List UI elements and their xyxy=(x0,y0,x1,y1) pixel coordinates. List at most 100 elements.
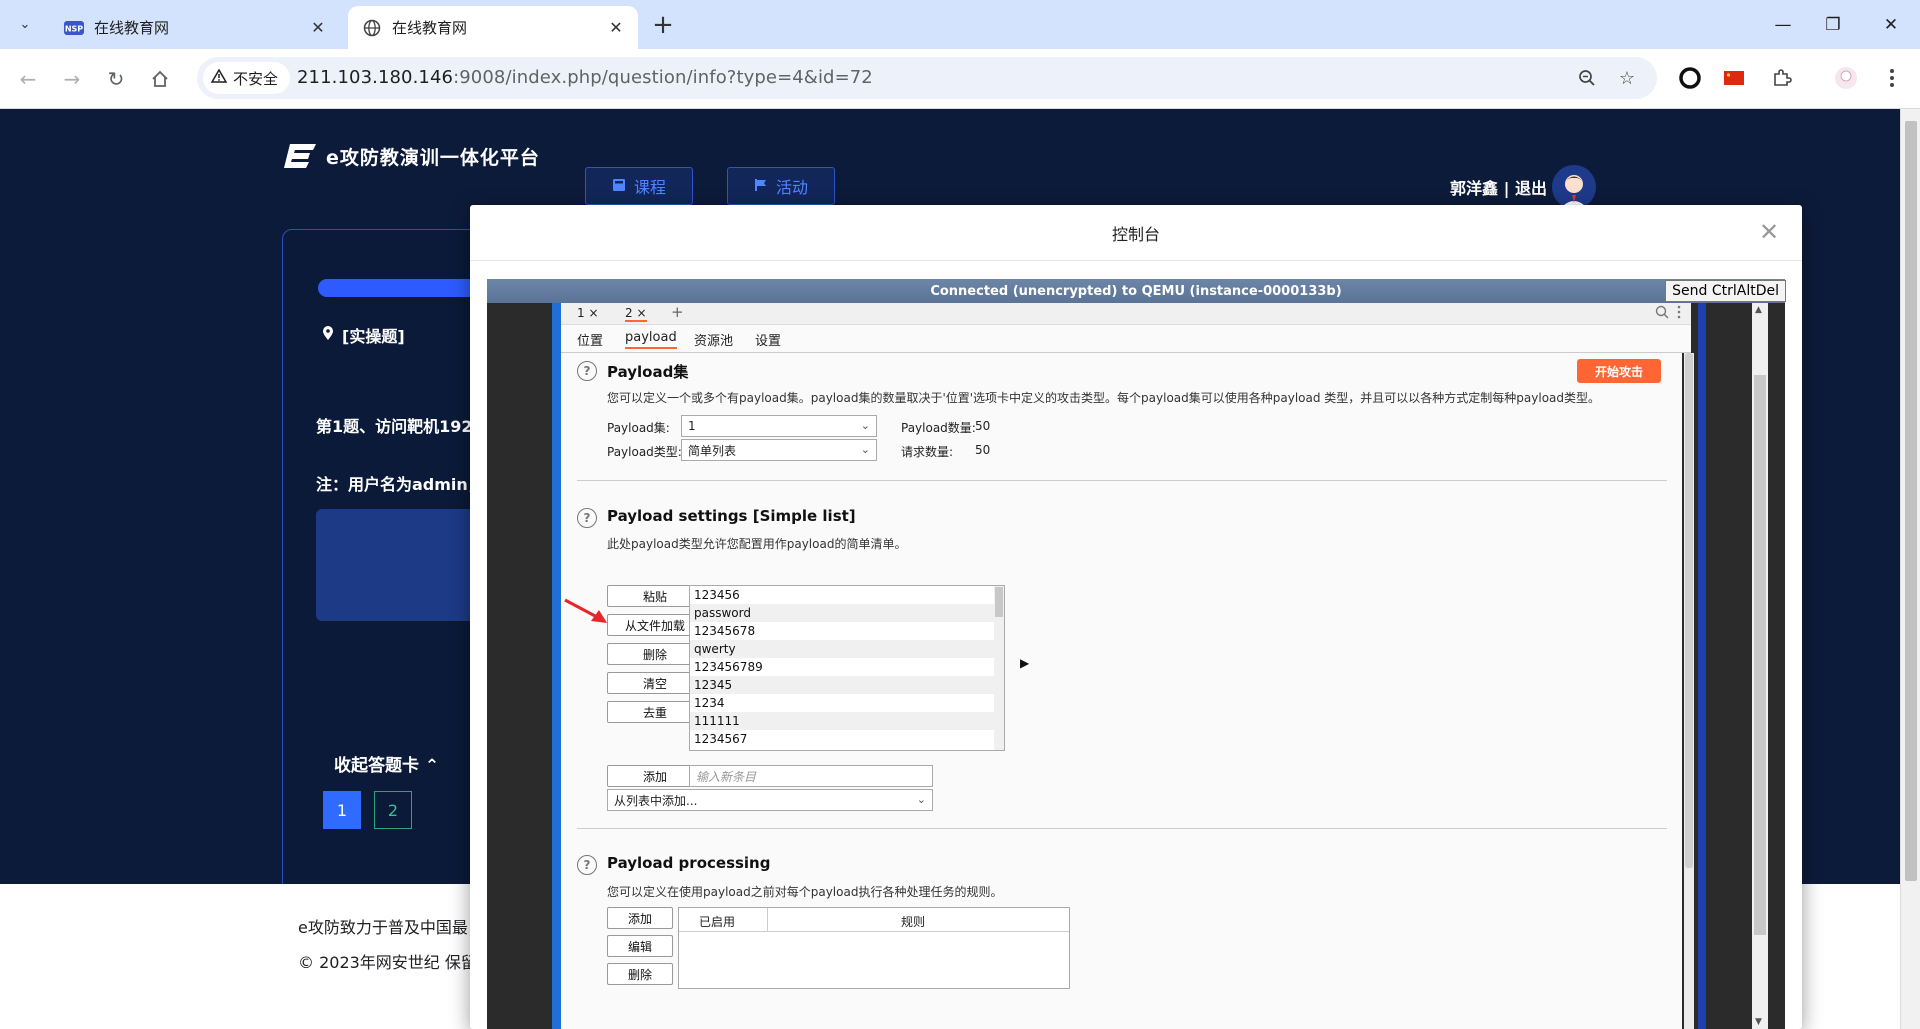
page-scrollbar-thumb[interactable] xyxy=(1905,121,1917,881)
browser-toolbar: ← → ↻ 不安全 211.103.180.146:9008/index.php… xyxy=(0,49,1920,109)
payload-processing-title: Payload processing xyxy=(607,854,771,872)
new-tab-button[interactable]: + xyxy=(648,10,678,40)
vnc-screen[interactable]: 1 × 2 × + 位置 payload 资源池 设置 ? Payload集 开… xyxy=(487,303,1785,1029)
url-text[interactable]: 211.103.180.146:9008/index.php/question/… xyxy=(297,67,873,88)
browser-tab-2[interactable]: 在线教育网 ✕ xyxy=(348,6,638,49)
browser-tab-1[interactable]: NSP 在线教育网 ✕ xyxy=(50,6,340,49)
help-icon[interactable]: ? xyxy=(577,855,597,875)
list-item[interactable]: 1234 xyxy=(690,694,1004,712)
list-item[interactable]: 123456 xyxy=(690,586,1004,604)
footer-line-1: e攻防致力于普及中国最 xyxy=(298,918,468,937)
reload-icon[interactable]: ↻ xyxy=(100,63,132,95)
vnc-status-bar: Connected (unencrypted) to QEMU (instanc… xyxy=(487,279,1785,303)
scroll-down-icon[interactable]: ▼ xyxy=(1755,1017,1762,1027)
collapse-answer-card[interactable]: 收起答题卡 ⌃ xyxy=(334,751,439,776)
question-type-label: [实操题] xyxy=(342,327,405,346)
list-item[interactable]: password xyxy=(690,604,1004,622)
close-icon[interactable]: ✕ xyxy=(306,16,330,40)
profile-avatar-icon[interactable] xyxy=(1832,64,1860,92)
add-attack-tab[interactable]: + xyxy=(671,303,684,321)
nav-activities[interactable]: 活动 xyxy=(727,167,835,205)
tab-positions[interactable]: 位置 xyxy=(577,330,603,349)
window-edge-right xyxy=(1698,303,1706,1029)
list-item[interactable]: 1234567 xyxy=(690,730,1004,748)
rules-table-header: 已启用 规则 xyxy=(679,908,1069,932)
avatar[interactable] xyxy=(1552,165,1596,209)
payload-count-label: Payload数量: xyxy=(901,421,976,435)
add-rule-button[interactable]: 添加 xyxy=(607,907,673,929)
back-arrow-icon[interactable]: ← xyxy=(12,63,44,95)
payload-set-select[interactable]: 1 ⌄ xyxy=(681,415,877,437)
send-ctrl-alt-del-button[interactable]: Send CtrlAltDel xyxy=(1665,280,1786,302)
warning-triangle-icon xyxy=(210,68,228,87)
globe-icon xyxy=(362,18,382,38)
remove-rule-button[interactable]: 删除 xyxy=(607,963,673,985)
list-item[interactable]: 111111 xyxy=(690,712,1004,730)
close-icon[interactable]: ✕ xyxy=(604,16,628,40)
question-number-2[interactable]: 2 xyxy=(374,791,412,829)
extensions-puzzle-icon[interactable] xyxy=(1768,64,1796,92)
close-icon[interactable]: ✕ xyxy=(1754,217,1784,247)
browser-tabstrip: ⌄ NSP 在线教育网 ✕ 在线教育网 ✕ + — ❐ ✕ xyxy=(0,0,1920,49)
attack-tab-2[interactable]: 2 × xyxy=(625,306,647,322)
zoom-icon[interactable] xyxy=(1575,66,1599,90)
tab-title: 在线教育网 xyxy=(94,19,170,37)
question-note: 注：用户名为admin， xyxy=(316,475,484,494)
start-attack-button[interactable]: 开始攻击 xyxy=(1577,359,1661,383)
scroll-up-icon[interactable]: ▲ xyxy=(1755,305,1762,315)
extension-circle-icon[interactable] xyxy=(1676,64,1704,92)
collapse-label: 收起答题卡 xyxy=(334,756,419,776)
payload-list-scrollbar-thumb[interactable] xyxy=(995,587,1003,617)
search-icon[interactable] xyxy=(1655,305,1669,322)
add-from-list-select[interactable]: 从列表中添加... ⌄ xyxy=(607,789,933,811)
tab-search-chevron-icon[interactable]: ⌄ xyxy=(8,9,42,39)
home-icon[interactable] xyxy=(144,63,176,95)
more-vertical-icon[interactable] xyxy=(1677,305,1681,322)
restore-button[interactable]: ❐ xyxy=(1804,0,1862,49)
rules-table[interactable]: 已启用 规则 xyxy=(678,907,1070,989)
list-item[interactable]: 12345 xyxy=(690,676,1004,694)
payload-list-scrollbar[interactable] xyxy=(994,586,1004,750)
attack-tab-1[interactable]: 1 × xyxy=(577,306,599,320)
location-pin-icon xyxy=(322,325,334,345)
help-icon[interactable]: ? xyxy=(577,361,597,381)
user-logout[interactable]: 郭洋鑫 | 退出 xyxy=(1450,175,1547,199)
tab-title: 在线教育网 xyxy=(392,19,468,37)
site-logo[interactable]: e攻防教演训一体化平台 xyxy=(282,141,540,171)
chevron-down-icon: ⌄ xyxy=(860,419,870,432)
svg-text:NSP: NSP xyxy=(65,24,83,33)
extension-flag-icon[interactable] xyxy=(1720,64,1748,92)
console-modal: 控制台 ✕ Connected (unencrypted) to QEMU (i… xyxy=(470,205,1802,1029)
bookmark-star-icon[interactable]: ☆ xyxy=(1615,66,1639,90)
forward-arrow-icon[interactable]: → xyxy=(56,63,88,95)
window-close-button[interactable]: ✕ xyxy=(1862,0,1920,49)
tab-settings[interactable]: 设置 xyxy=(755,330,781,349)
tab-resource-pool[interactable]: 资源池 xyxy=(694,330,733,349)
vnc-scrollbar-thumb[interactable] xyxy=(1754,375,1766,935)
col-rule[interactable]: 规则 xyxy=(901,913,925,930)
payload-type-value: 简单列表 xyxy=(688,443,737,458)
edit-rule-button[interactable]: 编辑 xyxy=(607,935,673,957)
payload-type-select[interactable]: 简单列表 ⌄ xyxy=(681,439,877,461)
question-type: [实操题] xyxy=(322,323,405,347)
nav-courses[interactable]: 课程 xyxy=(585,167,693,205)
tab-payload[interactable]: payload xyxy=(625,330,677,349)
browser-menu-icon[interactable] xyxy=(1878,64,1906,92)
url-path: :9008/index.php/question/info?type=4&id=… xyxy=(453,67,873,88)
question-number-1[interactable]: 1 xyxy=(323,791,361,829)
help-icon[interactable]: ? xyxy=(577,508,597,528)
burp-scrollbar-thumb[interactable] xyxy=(1685,353,1693,868)
site-logo-icon: NSP xyxy=(64,18,84,38)
burp-scrollbar[interactable] xyxy=(1684,353,1694,1029)
list-item[interactable]: 12345678 xyxy=(690,622,1004,640)
vnc-scrollbar[interactable]: ▲ ▼ xyxy=(1752,303,1768,1029)
col-enabled[interactable]: 已启用 xyxy=(699,913,735,930)
list-item[interactable]: 123456789 xyxy=(690,658,1004,676)
not-secure-chip[interactable]: 不安全 xyxy=(203,62,291,94)
nav-courses-label: 课程 xyxy=(633,178,666,197)
list-item[interactable]: qwerty xyxy=(690,640,1004,658)
address-bar[interactable]: 不安全 211.103.180.146:9008/index.php/quest… xyxy=(197,57,1657,99)
page-scrollbar[interactable] xyxy=(1900,109,1920,1029)
new-item-input[interactable]: 输入新条目 xyxy=(689,765,933,787)
payload-list[interactable]: 123456 password 12345678 qwerty 12345678… xyxy=(689,585,1005,751)
